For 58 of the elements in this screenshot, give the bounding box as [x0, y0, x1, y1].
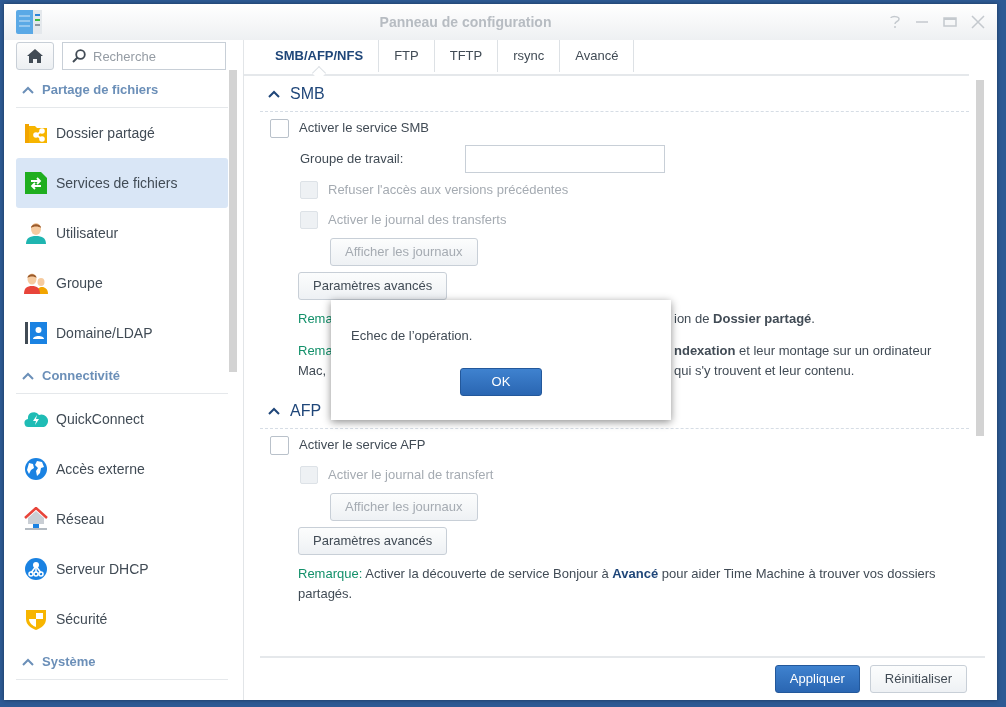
sidebar-item[interactable]: Accès externe	[16, 444, 228, 494]
section-title[interactable]: SMB	[290, 81, 325, 106]
checkbox-label: Activer le service AFP	[299, 436, 426, 455]
sidebar-item[interactable]: Domaine/LDAP	[16, 308, 228, 358]
sidebar-item[interactable]: QuickConnect	[16, 394, 228, 444]
note-text: Remarque: Activer la découverte de service Bonjour à Avancé pour aider Time Machine à trouver vos dossiers partagés.	[298, 565, 937, 603]
sidebar-item[interactable]: Réseau	[16, 494, 228, 544]
section-title[interactable]: AFP	[290, 398, 322, 423]
collapse-icon[interactable]	[268, 89, 280, 98]
house-network-icon	[24, 507, 48, 531]
checkbox-label: Activer le journal des transferts	[328, 211, 507, 230]
search-field[interactable]: Recherche	[62, 42, 226, 70]
ok-button[interactable]: OK	[460, 367, 542, 396]
search-icon	[72, 49, 86, 63]
dialog-message: Echec de l’opération.	[351, 327, 474, 345]
control-panel-icon	[16, 10, 42, 34]
contact-book-icon	[24, 321, 48, 345]
maximize-icon[interactable]	[943, 15, 957, 29]
tab[interactable]: rsync	[498, 40, 561, 72]
shared-folder-icon	[24, 121, 48, 145]
scrollbar[interactable]	[976, 80, 984, 436]
user-icon	[24, 221, 48, 245]
home-button[interactable]	[16, 42, 54, 70]
input-field[interactable]	[465, 145, 665, 173]
checkbox-label: Activer le service SMB	[299, 119, 430, 138]
note-text: Mac,	[298, 362, 328, 380]
sidebar-item[interactable]: Groupe	[16, 258, 228, 308]
sidebar-item[interactable]: Utilisateur	[16, 208, 228, 258]
apply-button[interactable]: Appliquer	[774, 665, 860, 693]
close-icon[interactable]	[971, 15, 985, 29]
checkbox-label: Activer le journal de transfert	[328, 466, 494, 485]
sidebar-item[interactable]: Services de fichiers	[16, 158, 228, 208]
home-icon	[26, 48, 44, 64]
window-title: Panneau de configuration	[378, 12, 553, 32]
note-text: qui s'y trouvent et leur contenu.	[674, 362, 856, 380]
group-icon	[24, 271, 48, 295]
network-nodes-icon	[24, 557, 48, 581]
help-icon[interactable]	[889, 15, 901, 29]
tab[interactable]: FTP	[379, 40, 435, 72]
sidebar-item[interactable]: Sécurité	[16, 594, 228, 644]
sidebar-item[interactable]: Serveur DHCP	[16, 544, 228, 594]
button[interactable]: Paramètres avancés	[298, 272, 448, 300]
reset-button[interactable]: Réinitialiser	[869, 665, 967, 693]
shield-icon	[24, 607, 48, 631]
checkbox[interactable]	[270, 118, 289, 138]
field-label: Groupe de travail:	[300, 150, 405, 169]
scrollbar[interactable]	[229, 70, 237, 372]
note-text: ndexation et leur montage sur un ordinateur	[674, 342, 933, 360]
file-transfer-icon	[24, 171, 48, 195]
collapse-icon[interactable]	[268, 406, 280, 415]
tab[interactable]: TFTP	[434, 40, 499, 72]
button[interactable]: Paramètres avancés	[298, 527, 448, 555]
sidebar-item[interactable]: Dossier partagé	[16, 108, 228, 158]
tab[interactable]: Avancé	[560, 40, 635, 72]
checkbox-label: Refuser l'accès aux versions précédentes	[328, 181, 569, 200]
globe-icon	[24, 457, 48, 481]
checkbox[interactable]	[270, 435, 289, 455]
note-text: ion de Dossier partagé.	[674, 310, 816, 328]
